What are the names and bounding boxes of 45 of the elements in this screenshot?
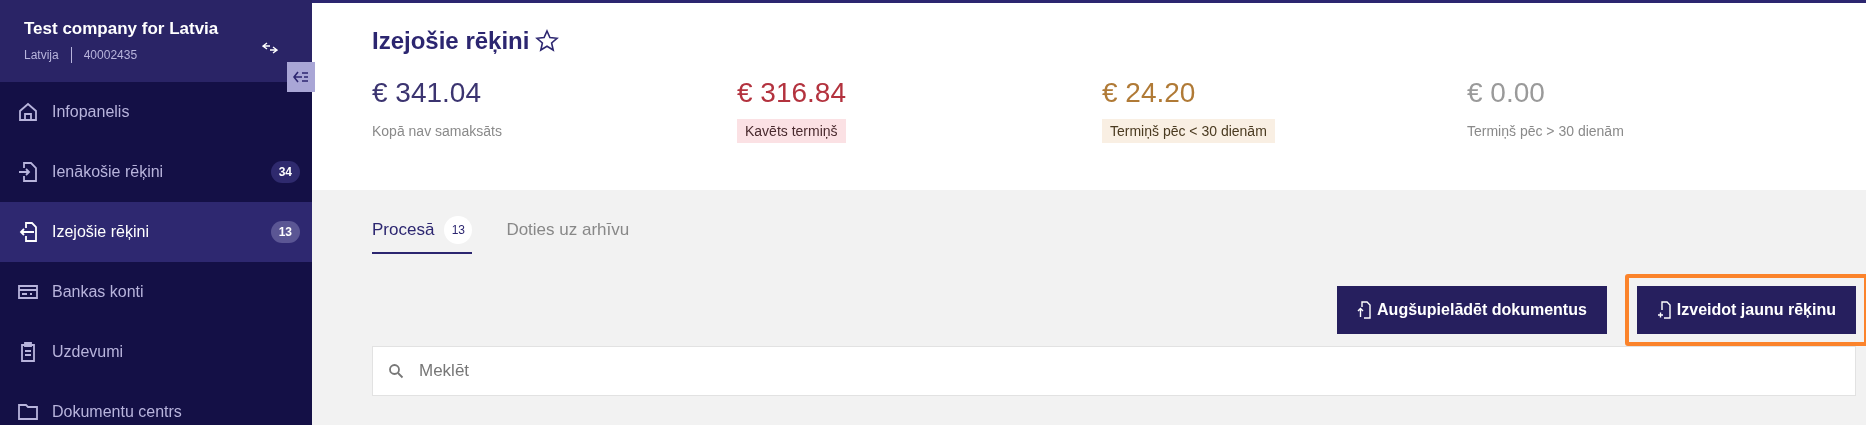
file-in-icon: [18, 161, 38, 183]
amount-label: Termiņš pēc > 30 dienām: [1467, 122, 1624, 141]
sidebar-label: Bankas konti: [52, 283, 145, 301]
tab-label: Doties uz arhīvu: [506, 220, 630, 240]
sidebar-label: Ienākošie rēķini: [52, 163, 165, 181]
sidebar-item[interactable]: Dokumentu centrs: [0, 382, 312, 425]
amount: € 341.04: [372, 77, 481, 109]
count-badge: 13: [444, 216, 473, 244]
count-badge: 34: [270, 161, 300, 183]
sidebar-label: Uzdevumi: [52, 343, 125, 361]
sidebar-item[interactable]: Izejošie rēķini 13: [0, 202, 312, 262]
count-badge: 13: [270, 221, 300, 243]
file-upload-icon: [1357, 301, 1372, 319]
sidebar-item[interactable]: Infopanelis: [0, 82, 312, 142]
file-out-icon: [18, 221, 38, 243]
file-add-icon: [1656, 301, 1671, 319]
sidebar-item[interactable]: Bankas konti: [0, 262, 312, 322]
status-tag: Termiņš pēc < 30 dienām: [1102, 119, 1275, 143]
registration-number: 40002435: [83, 48, 138, 62]
company-name: Test company for Latvia: [24, 19, 219, 39]
search-icon: [388, 363, 404, 379]
folder-icon: [18, 401, 38, 423]
star-icon[interactable]: [535, 29, 560, 53]
status-tag: Kavēts termiņš: [737, 119, 846, 143]
tab-label: Procesā: [372, 220, 435, 240]
sidebar-item[interactable]: Uzdevumi: [0, 322, 312, 382]
collapse-sidebar-button[interactable]: [287, 62, 315, 92]
amount: € 316.84: [737, 77, 846, 109]
switch-company-icon[interactable]: [262, 42, 278, 54]
amount-label: Kopā nav samaksāts: [372, 122, 502, 141]
sidebar-label: Infopanelis: [52, 103, 131, 121]
sidebar-item[interactable]: Ienākošie rēķini 34: [0, 142, 312, 202]
amount: € 0.00: [1467, 77, 1545, 109]
tab[interactable]: Procesā 13: [372, 216, 473, 254]
page-title: Izejošie rēķini: [372, 27, 530, 55]
company-country: Latvija: [24, 48, 59, 62]
home-icon: [18, 101, 38, 123]
amount: € 24.20: [1102, 77, 1196, 109]
action-button[interactable]: Augšupielādēt dokumentus: [1337, 286, 1607, 334]
sidebar-label: Dokumentu centrs: [52, 403, 183, 421]
action-button[interactable]: Izveidot jaunu rēķinu: [1636, 286, 1856, 334]
search-field[interactable]: Meklēt: [372, 346, 1856, 396]
clipboard-icon: [18, 341, 38, 363]
collapse-icon: [293, 70, 309, 84]
sidebar-label: Izejošie rēķini: [52, 223, 150, 241]
